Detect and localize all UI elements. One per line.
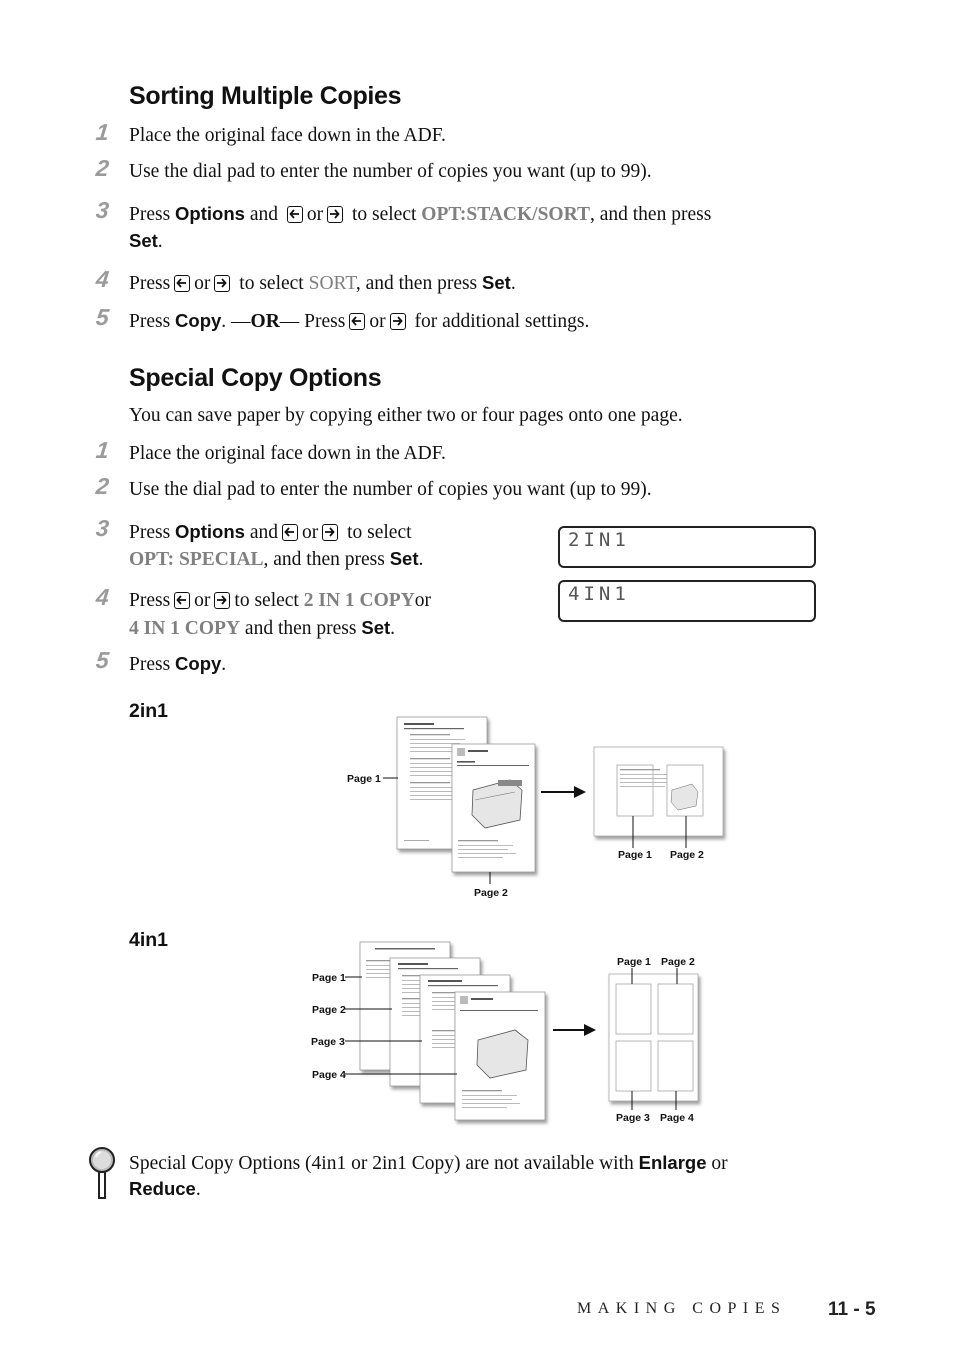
figure-result-label: Page 4	[660, 1112, 694, 1124]
result-sheet-4in1	[608, 973, 699, 1102]
arrow-icon	[541, 786, 586, 798]
magnifier-note-icon	[89, 1147, 115, 1199]
original-page-4in1-4	[454, 991, 546, 1121]
figure-result-label: Page 3	[616, 1112, 650, 1124]
figure-page-label: Page 2	[312, 1004, 346, 1016]
footer-page-number: 11 - 5	[828, 1299, 876, 1320]
figure-result-label: Page 1	[617, 956, 651, 968]
reduce-key-label: Reduce	[129, 1178, 196, 1199]
figure-result-label: Page 2	[670, 849, 704, 861]
enlarge-key-label: Enlarge	[638, 1152, 707, 1173]
footer-chapter-title: MAKING COPIES	[577, 1300, 787, 1317]
result-sheet-2in1	[593, 746, 724, 837]
figure-result-label: Page 2	[661, 956, 695, 968]
figure-label-4in1: 4in1	[129, 929, 169, 951]
figure-result-label: Page 1	[618, 849, 652, 861]
figure-page-label: Page 2	[474, 887, 508, 899]
original-page-2	[451, 743, 536, 873]
figure-page-label: Page 3	[311, 1036, 345, 1048]
note-text: Special Copy Options (4in1 or 2in1 Copy)…	[129, 1152, 728, 1200]
figure-page-label: Page 4	[312, 1069, 346, 1081]
figure-page-label: Page 1	[312, 972, 346, 984]
figure-page-label: Page 1	[347, 773, 381, 785]
arrow-icon	[553, 1024, 596, 1036]
